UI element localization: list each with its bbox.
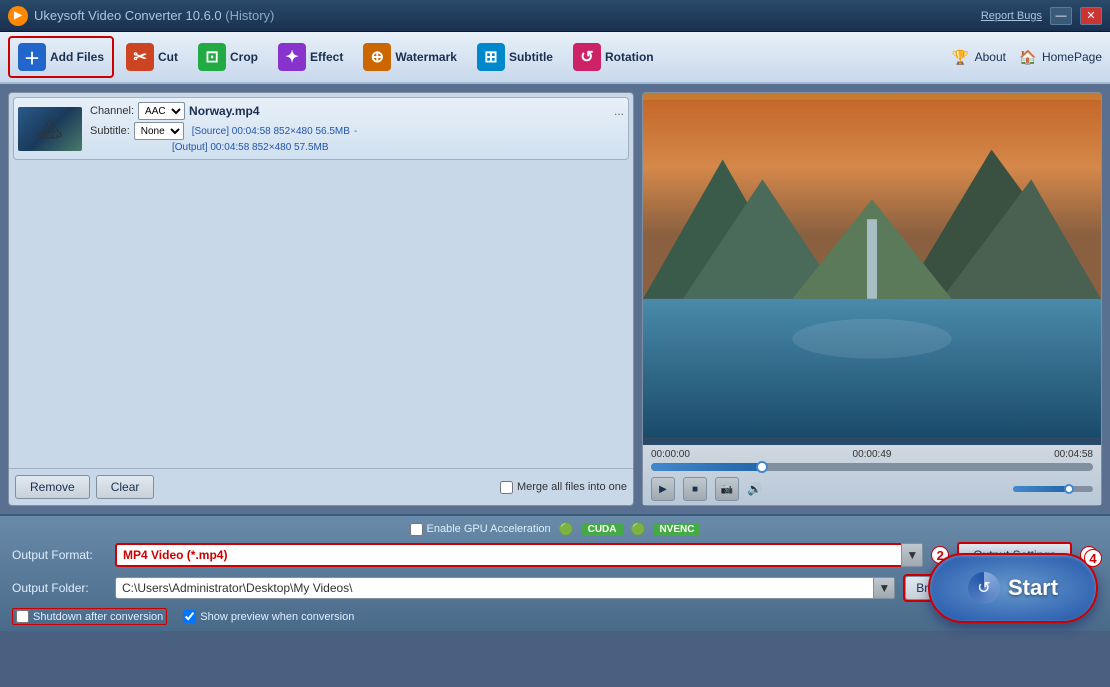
source-info: [Source] 00:04:58 852×480 56.5MB (192, 126, 350, 137)
output-folder-label: Output Folder: (12, 581, 107, 595)
close-button[interactable]: ✕ (1080, 7, 1102, 25)
gpu-checkbox-input[interactable] (410, 523, 423, 536)
home-icon: 🏠 (1018, 47, 1038, 67)
crop-button[interactable]: ⊡ Crop (190, 36, 266, 78)
file-name: Norway.mp4 (189, 104, 610, 118)
app-logo: ▶ (8, 6, 28, 26)
shutdown-label: Shutdown after conversion (33, 611, 163, 623)
preview-label: Show preview when conversion (200, 611, 354, 623)
format-select-wrap: ▼ (115, 543, 923, 567)
merge-label: Merge all files into one (517, 481, 627, 493)
file-thumbnail (18, 107, 82, 151)
screenshot-button[interactable]: 📷 (715, 477, 739, 501)
nvidia-icon-2: 🟢 (631, 522, 646, 536)
shutdown-option: Shutdown after conversion (12, 608, 167, 625)
cut-icon: ✂ (126, 43, 154, 71)
watermark-icon: ⊕ (363, 43, 391, 71)
add-files-button[interactable]: ＋ Add Files (8, 36, 114, 78)
volume-handle[interactable] (1064, 484, 1074, 494)
cuda-badge: CUDA (582, 523, 623, 536)
minimize-button[interactable]: — (1050, 7, 1072, 25)
start-section: ↺ Start 4 (928, 553, 1098, 623)
preview-option: Show preview when conversion (183, 610, 354, 623)
effect-button[interactable]: ✦ Effect (270, 36, 351, 78)
time-mid: 00:00:49 (853, 449, 892, 460)
preview-checkbox[interactable] (183, 610, 196, 623)
start-label: Start (1008, 575, 1058, 601)
homepage-button[interactable]: 🏠 HomePage (1018, 47, 1102, 67)
subtitle-icon: ⊞ (477, 43, 505, 71)
output-format-label: Output Format: (12, 548, 107, 562)
cut-button[interactable]: ✂ Cut (118, 36, 186, 78)
subtitle-label: Subtitle: (90, 125, 130, 137)
toolbar-right: 🏆 About 🏠 HomePage (951, 47, 1102, 67)
nvenc-badge: NVENC (653, 523, 700, 536)
volume-icon: 🔊 (747, 482, 762, 496)
bottom-panel: Enable GPU Acceleration 🟢 CUDA 🟢 NVENC O… (0, 514, 1110, 631)
nvidia-icon-1: 🟢 (559, 522, 574, 536)
shutdown-checkbox[interactable] (16, 610, 29, 623)
output-info: [Output] 00:04:58 852×480 57.5MB (172, 142, 329, 153)
source-dash: - (354, 126, 357, 137)
file-output-row: [Output] 00:04:58 852×480 57.5MB (90, 142, 624, 153)
progress-bar[interactable] (651, 463, 1093, 471)
gpu-row: Enable GPU Acceleration 🟢 CUDA 🟢 NVENC (12, 522, 1098, 536)
add-files-icon: ＋ (18, 43, 46, 71)
time-end: 00:04:58 (1054, 449, 1093, 460)
file-source-row: Subtitle: None [Source] 00:04:58 852×480… (90, 122, 624, 140)
channel-label: Channel: (90, 105, 134, 117)
start-button[interactable]: ↺ Start 4 (928, 553, 1098, 623)
progress-handle[interactable] (756, 461, 768, 473)
effect-icon: ✦ (278, 43, 306, 71)
title-bar-left: ▶ Ukeysoft Video Converter 10.6.0 (Histo… (8, 6, 274, 26)
main-content: Channel: AAC Norway.mp4 ... Subtitle: No… (0, 84, 1110, 514)
title-bar-controls: Report Bugs — ✕ (981, 7, 1102, 25)
about-button[interactable]: 🏆 About (951, 47, 1006, 67)
toolbar: ＋ Add Files ✂ Cut ⊡ Crop ✦ Effect ⊕ Wate… (0, 32, 1110, 84)
channel-select[interactable]: AAC (138, 102, 185, 120)
progress-fill (651, 463, 762, 471)
merge-checkbox-input[interactable] (500, 481, 513, 494)
title-bar: ▶ Ukeysoft Video Converter 10.6.0 (Histo… (0, 0, 1110, 32)
file-info-row-top: Channel: AAC Norway.mp4 ... (90, 102, 624, 120)
folder-dropdown-btn[interactable]: ▼ (873, 577, 895, 599)
format-dropdown-btn[interactable]: ▼ (901, 543, 923, 567)
subtitle-button[interactable]: ⊞ Subtitle (469, 36, 561, 78)
file-info: Channel: AAC Norway.mp4 ... Subtitle: No… (90, 102, 624, 155)
file-panel: Channel: AAC Norway.mp4 ... Subtitle: No… (8, 92, 634, 506)
time-start: 00:00:00 (651, 449, 690, 460)
rotation-icon: ↺ (573, 43, 601, 71)
about-icon: 🏆 (951, 47, 971, 67)
stop-button[interactable]: ■ (683, 477, 707, 501)
file-panel-buttons: Remove Clear Merge all files into one (9, 468, 633, 505)
preview-controls: 00:00:00 00:00:49 00:04:58 ▶ ■ 📷 🔊 (643, 445, 1101, 505)
play-button[interactable]: ▶ (651, 477, 675, 501)
volume-bar[interactable] (1013, 486, 1093, 492)
report-bugs-link[interactable]: Report Bugs (981, 10, 1042, 22)
file-dots-menu[interactable]: ... (614, 104, 624, 118)
rotation-button[interactable]: ↺ Rotation (565, 36, 662, 78)
crop-icon: ⊡ (198, 43, 226, 71)
file-item: Channel: AAC Norway.mp4 ... Subtitle: No… (13, 97, 629, 160)
start-badge: 4 (1084, 549, 1102, 567)
start-icon: ↺ (968, 572, 1000, 604)
folder-input-wrap: ▼ (115, 577, 895, 599)
time-display: 00:00:00 00:00:49 00:04:58 (651, 449, 1093, 460)
file-list: Channel: AAC Norway.mp4 ... Subtitle: No… (9, 93, 633, 468)
playback-controls: ▶ ■ 📷 🔊 (651, 477, 1093, 501)
volume-fill (1013, 486, 1069, 492)
gpu-label: Enable GPU Acceleration (427, 523, 551, 535)
app-title: Ukeysoft Video Converter 10.6.0 (History… (34, 8, 274, 23)
subtitle-select[interactable]: None (134, 122, 184, 140)
preview-panel: 00:00:00 00:00:49 00:04:58 ▶ ■ 📷 🔊 (642, 92, 1102, 506)
folder-input[interactable] (115, 577, 895, 599)
remove-button[interactable]: Remove (15, 475, 90, 499)
video-preview[interactable] (643, 93, 1101, 445)
format-input[interactable] (115, 543, 923, 567)
gpu-checkbox: Enable GPU Acceleration (410, 523, 551, 536)
watermark-button[interactable]: ⊕ Watermark (355, 36, 465, 78)
merge-checkbox: Merge all files into one (500, 481, 627, 494)
clear-button[interactable]: Clear (96, 475, 155, 499)
